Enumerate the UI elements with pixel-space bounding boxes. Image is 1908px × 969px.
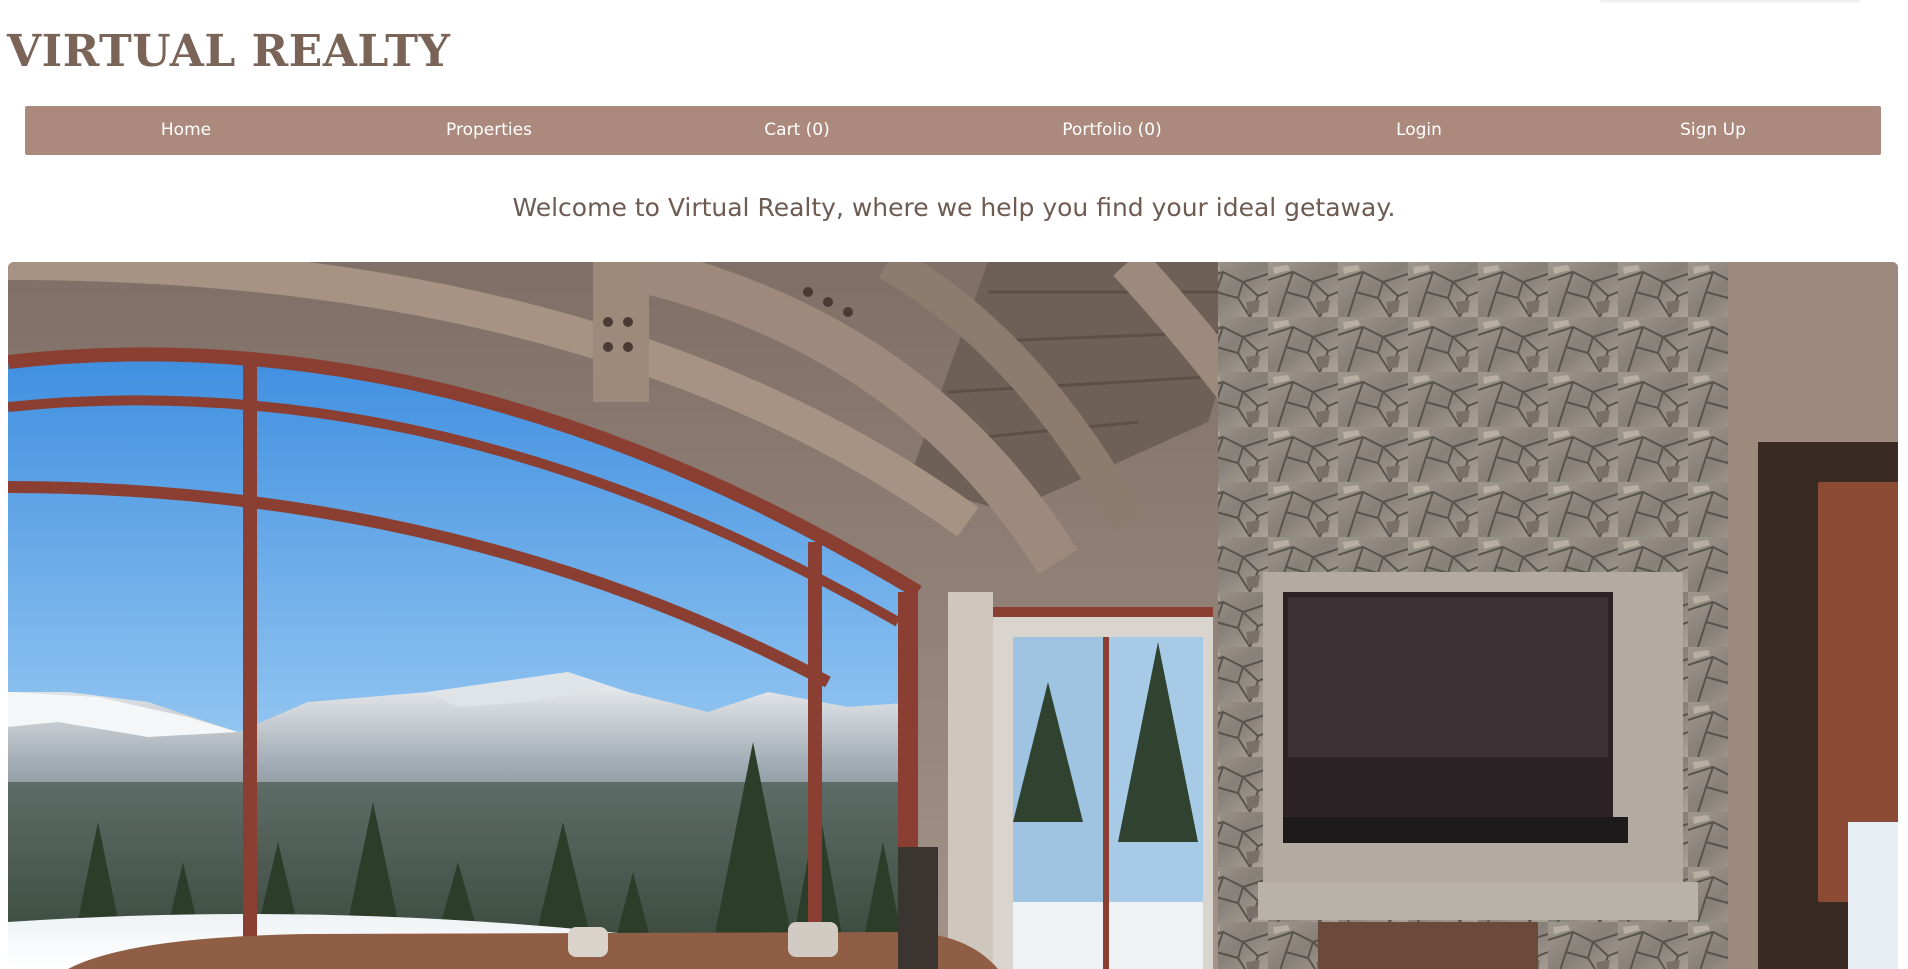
page: VIRTUAL REALTY Home Properties Cart (0) … — [0, 0, 1908, 969]
nav-properties[interactable]: Properties — [446, 106, 532, 155]
mountain-lodge-living-room-image — [8, 262, 1898, 969]
nav-sign-up[interactable]: Sign Up — [1680, 106, 1746, 155]
main-nav: Home Properties Cart (0) Portfolio (0) L… — [25, 106, 1881, 155]
site-logo[interactable]: VIRTUAL REALTY — [7, 22, 450, 82]
nav-portfolio[interactable]: Portfolio (0) — [1062, 106, 1161, 155]
nav-cart[interactable]: Cart (0) — [764, 106, 829, 155]
hero-image — [8, 262, 1898, 969]
nav-home[interactable]: Home — [161, 106, 211, 155]
nav-login[interactable]: Login — [1396, 106, 1442, 155]
welcome-message: Welcome to Virtual Realty, where we help… — [512, 193, 1396, 222]
top-edge-shadow — [1600, 0, 1860, 4]
